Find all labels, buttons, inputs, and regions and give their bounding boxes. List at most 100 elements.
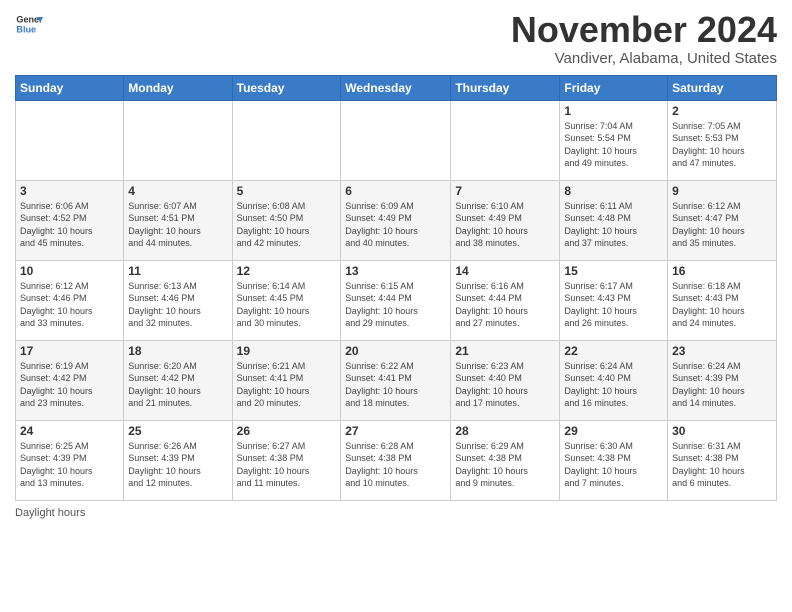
day-cell-0-5: 1Sunrise: 7:04 AM Sunset: 5:54 PM Daylig… [560, 100, 668, 180]
calendar: Sunday Monday Tuesday Wednesday Thursday… [15, 75, 777, 501]
day-number-30: 30 [672, 424, 772, 438]
day-cell-3-3: 20Sunrise: 6:22 AM Sunset: 4:41 PM Dayli… [341, 340, 451, 420]
day-info-11: Sunrise: 6:13 AM Sunset: 4:46 PM Dayligh… [128, 280, 227, 330]
day-cell-2-1: 11 Sunrise: 6:13 AM Sunset: 4:46 PM Dayli… [124, 260, 232, 340]
day-cell-1-5: 8 Sunrise: 6:11 AM Sunset: 4:48 PM Daylig… [560, 180, 668, 260]
day-number-9: 9 [672, 184, 772, 198]
calendar-header-row: Sunday Monday Tuesday Wednesday Thursday… [16, 75, 777, 100]
day-info-20: Sunrise: 6:22 AM Sunset: 4:41 PM Dayligh… [345, 360, 446, 410]
day-number-27: 27 [345, 424, 446, 438]
page: General Blue November 2024 Vandiver, Ala… [0, 0, 792, 612]
day-cell-0-0 [16, 100, 124, 180]
day-number-18: 18 [128, 344, 227, 358]
day-cell-4-3: 27 Sunrise: 6:28 AM Sunset: 4:38 PM Dayli… [341, 420, 451, 500]
day-cell-1-2: 5Sunrise: 6:08 AM Sunset: 4:50 PM Daylig… [232, 180, 341, 260]
header: General Blue November 2024 Vandiver, Ala… [15, 10, 777, 67]
day-info-8: Sunrise: 6:11 AM Sunset: 4:48 PM Dayligh… [564, 200, 663, 250]
day-number-28: 28 [455, 424, 555, 438]
logo: General Blue [15, 10, 43, 38]
col-thursday: Thursday [451, 75, 560, 100]
day-number-17: 17 [20, 344, 119, 358]
day-cell-1-0: 3 Sunrise: 6:06 AM Sunset: 4:52 PM Daylig… [16, 180, 124, 260]
daylight-hours-label: Daylight hours [15, 507, 85, 519]
svg-text:Blue: Blue [16, 24, 36, 34]
day-cell-1-1: 4 Sunrise: 6:07 AM Sunset: 4:51 PM Daylig… [124, 180, 232, 260]
title-block: November 2024 Vandiver, Alabama, United … [511, 10, 777, 67]
col-friday: Friday [560, 75, 668, 100]
col-monday: Monday [124, 75, 232, 100]
week-row-5: 24 Sunrise: 6:25 AM Sunset: 4:39 PM Dayli… [16, 420, 777, 500]
month-title: November 2024 [511, 10, 777, 50]
day-cell-3-5: 22 Sunrise: 6:24 AM Sunset: 4:40 PM Dayli… [560, 340, 668, 420]
col-wednesday: Wednesday [341, 75, 451, 100]
day-number-4: 4 [128, 184, 227, 198]
day-cell-2-4: 14 Sunrise: 6:16 AM Sunset: 4:44 PM Dayli… [451, 260, 560, 340]
day-number-6: 6 [345, 184, 446, 198]
day-cell-4-2: 26 Sunrise: 6:27 AM Sunset: 4:38 PM Dayli… [232, 420, 341, 500]
logo-icon: General Blue [15, 10, 43, 38]
day-cell-4-6: 30 Sunrise: 6:31 AM Sunset: 4:38 PM Dayli… [668, 420, 777, 500]
col-sunday: Sunday [16, 75, 124, 100]
week-row-4: 17 Sunrise: 6:19 AM Sunset: 4:42 PM Dayli… [16, 340, 777, 420]
day-cell-2-2: 12 Sunrise: 6:14 AM Sunset: 4:45 PM Dayli… [232, 260, 341, 340]
day-number-5: 5 [237, 184, 337, 198]
day-cell-1-3: 6Sunrise: 6:09 AM Sunset: 4:49 PM Daylig… [341, 180, 451, 260]
day-info-14: Sunrise: 6:16 AM Sunset: 4:44 PM Dayligh… [455, 280, 555, 330]
day-info-26: Sunrise: 6:27 AM Sunset: 4:38 PM Dayligh… [237, 440, 337, 490]
day-number-11: 11 [128, 264, 227, 278]
day-number-8: 8 [564, 184, 663, 198]
col-saturday: Saturday [668, 75, 777, 100]
day-info-4: Sunrise: 6:07 AM Sunset: 4:51 PM Dayligh… [128, 200, 227, 250]
day-cell-1-6: 9 Sunrise: 6:12 AM Sunset: 4:47 PM Daylig… [668, 180, 777, 260]
day-info-3: Sunrise: 6:06 AM Sunset: 4:52 PM Dayligh… [20, 200, 119, 250]
location-subtitle: Vandiver, Alabama, United States [511, 50, 777, 67]
day-number-19: 19 [237, 344, 337, 358]
day-cell-1-4: 7 Sunrise: 6:10 AM Sunset: 4:49 PM Daylig… [451, 180, 560, 260]
day-info-12: Sunrise: 6:14 AM Sunset: 4:45 PM Dayligh… [237, 280, 337, 330]
day-info-9: Sunrise: 6:12 AM Sunset: 4:47 PM Dayligh… [672, 200, 772, 250]
day-number-26: 26 [237, 424, 337, 438]
day-info-30: Sunrise: 6:31 AM Sunset: 4:38 PM Dayligh… [672, 440, 772, 490]
day-info-18: Sunrise: 6:20 AM Sunset: 4:42 PM Dayligh… [128, 360, 227, 410]
day-cell-0-2 [232, 100, 341, 180]
day-info-22: Sunrise: 6:24 AM Sunset: 4:40 PM Dayligh… [564, 360, 663, 410]
day-number-7: 7 [455, 184, 555, 198]
day-cell-0-6: 2 Sunrise: 7:05 AM Sunset: 5:53 PM Daylig… [668, 100, 777, 180]
week-row-1: 1Sunrise: 7:04 AM Sunset: 5:54 PM Daylig… [16, 100, 777, 180]
day-number-22: 22 [564, 344, 663, 358]
day-number-23: 23 [672, 344, 772, 358]
day-number-14: 14 [455, 264, 555, 278]
day-cell-2-6: 16Sunrise: 6:18 AM Sunset: 4:43 PM Dayli… [668, 260, 777, 340]
day-info-2: Sunrise: 7:05 AM Sunset: 5:53 PM Dayligh… [672, 120, 772, 170]
day-cell-3-1: 18 Sunrise: 6:20 AM Sunset: 4:42 PM Dayli… [124, 340, 232, 420]
day-info-13: Sunrise: 6:15 AM Sunset: 4:44 PM Dayligh… [345, 280, 446, 330]
day-info-24: Sunrise: 6:25 AM Sunset: 4:39 PM Dayligh… [20, 440, 119, 490]
day-cell-2-5: 15Sunrise: 6:17 AM Sunset: 4:43 PM Dayli… [560, 260, 668, 340]
day-info-10: Sunrise: 6:12 AM Sunset: 4:46 PM Dayligh… [20, 280, 119, 330]
day-cell-0-3 [341, 100, 451, 180]
day-number-12: 12 [237, 264, 337, 278]
day-cell-3-2: 19Sunrise: 6:21 AM Sunset: 4:41 PM Dayli… [232, 340, 341, 420]
day-info-29: Sunrise: 6:30 AM Sunset: 4:38 PM Dayligh… [564, 440, 663, 490]
day-info-17: Sunrise: 6:19 AM Sunset: 4:42 PM Dayligh… [20, 360, 119, 410]
day-cell-4-0: 24 Sunrise: 6:25 AM Sunset: 4:39 PM Dayli… [16, 420, 124, 500]
day-cell-4-5: 29 Sunrise: 6:30 AM Sunset: 4:38 PM Dayli… [560, 420, 668, 500]
day-number-24: 24 [20, 424, 119, 438]
day-cell-2-0: 10 Sunrise: 6:12 AM Sunset: 4:46 PM Dayli… [16, 260, 124, 340]
day-cell-2-3: 13Sunrise: 6:15 AM Sunset: 4:44 PM Dayli… [341, 260, 451, 340]
day-cell-0-1 [124, 100, 232, 180]
day-number-3: 3 [20, 184, 119, 198]
day-info-28: Sunrise: 6:29 AM Sunset: 4:38 PM Dayligh… [455, 440, 555, 490]
day-number-10: 10 [20, 264, 119, 278]
week-row-3: 10 Sunrise: 6:12 AM Sunset: 4:46 PM Dayli… [16, 260, 777, 340]
day-info-23: Sunrise: 6:24 AM Sunset: 4:39 PM Dayligh… [672, 360, 772, 410]
col-tuesday: Tuesday [232, 75, 341, 100]
day-cell-4-4: 28 Sunrise: 6:29 AM Sunset: 4:38 PM Dayli… [451, 420, 560, 500]
day-number-25: 25 [128, 424, 227, 438]
day-number-2: 2 [672, 104, 772, 118]
footer: Daylight hours [15, 507, 777, 519]
day-number-29: 29 [564, 424, 663, 438]
day-cell-0-4 [451, 100, 560, 180]
day-info-7: Sunrise: 6:10 AM Sunset: 4:49 PM Dayligh… [455, 200, 555, 250]
day-info-27: Sunrise: 6:28 AM Sunset: 4:38 PM Dayligh… [345, 440, 446, 490]
